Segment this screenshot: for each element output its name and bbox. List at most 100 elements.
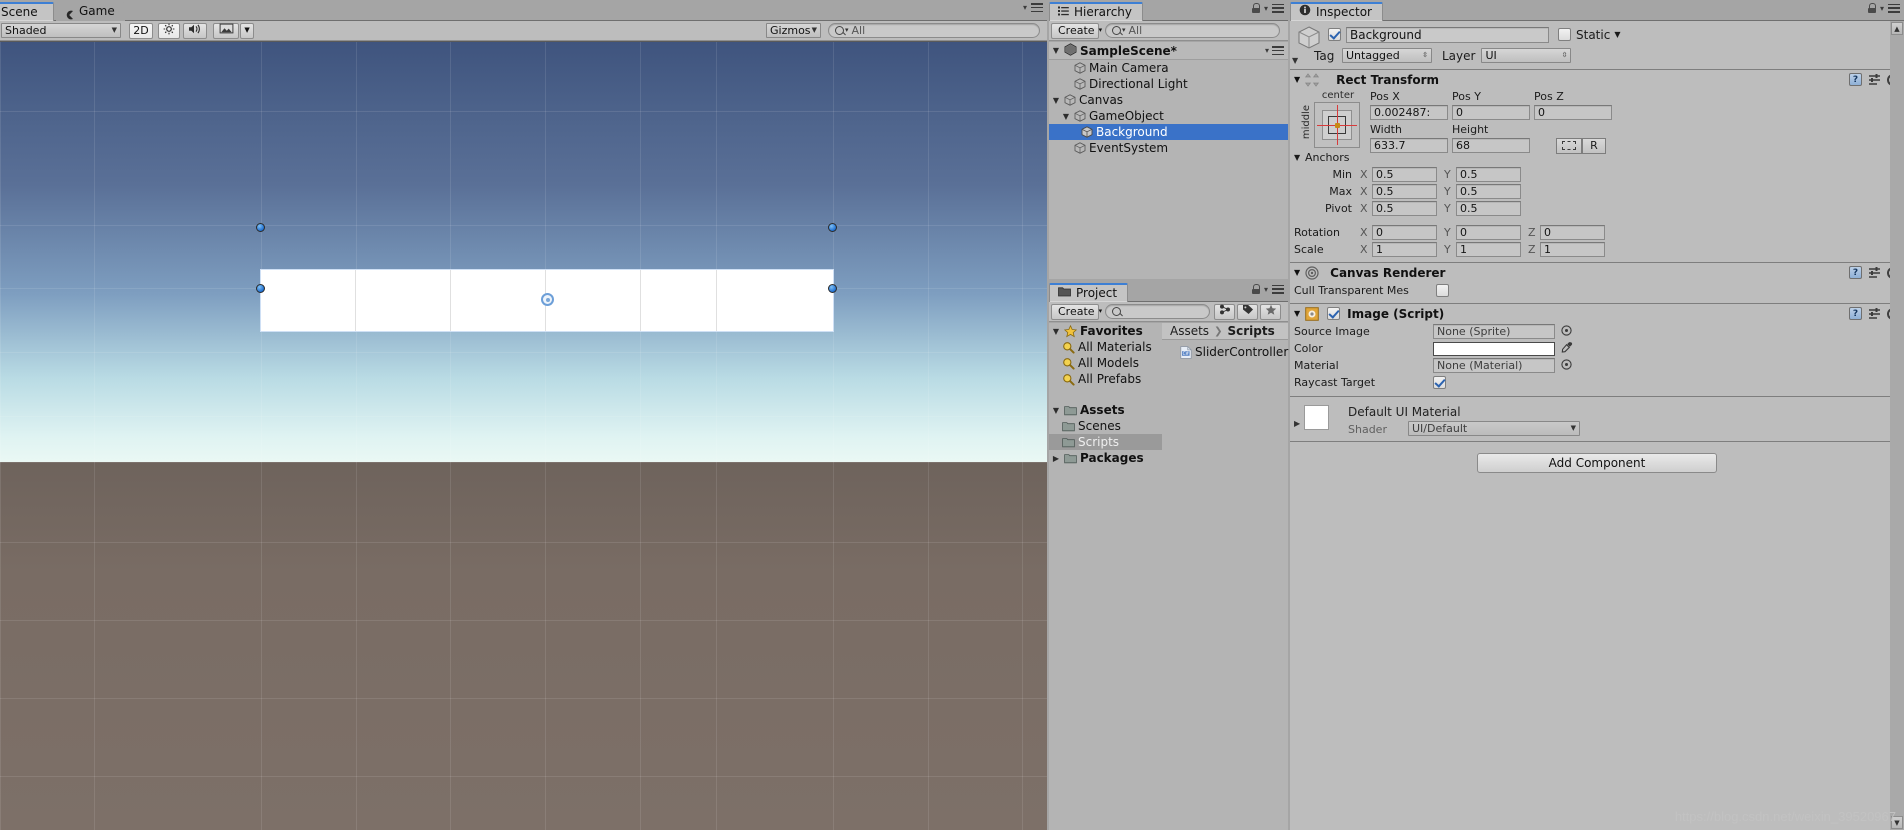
toggle-2d-button[interactable]: 2D <box>129 22 153 39</box>
project-tree-assets[interactable]: ▼ Assets <box>1049 402 1162 418</box>
scene-fx-dropdown[interactable]: ▼ <box>240 22 254 39</box>
object-picker-icon[interactable] <box>1561 358 1572 373</box>
material-field[interactable]: None (Material) <box>1433 358 1555 373</box>
image-enabled-checkbox[interactable] <box>1327 307 1341 320</box>
help-icon[interactable]: ? <box>1849 307 1862 320</box>
pos-z-input[interactable]: 0 <box>1534 105 1612 120</box>
project-tree-scripts[interactable]: Scripts <box>1049 434 1162 450</box>
chevron-down-icon[interactable]: ▼ <box>1294 75 1300 84</box>
preview-dropdown-arrow[interactable]: ▼ <box>1292 53 1298 66</box>
chevron-down-icon[interactable]: ▼ <box>1614 30 1620 39</box>
filter-by-type-button[interactable] <box>1214 303 1235 320</box>
rect-transform-header[interactable]: ▼ Rect Transform ? <box>1290 70 1904 89</box>
anchor-min-y-input[interactable]: 0.5 <box>1456 167 1521 182</box>
width-input[interactable]: 633.7 <box>1370 138 1448 153</box>
scale-y-input[interactable]: 1 <box>1456 242 1521 257</box>
preset-icon[interactable] <box>1868 266 1881 279</box>
scale-x-input[interactable]: 1 <box>1372 242 1437 257</box>
tab-hierarchy[interactable]: Hierarchy <box>1049 2 1144 21</box>
anchor-min-x-input[interactable]: 0.5 <box>1372 167 1437 182</box>
chevron-down-icon[interactable]: ▾ <box>1265 46 1269 55</box>
hierarchy-create-button[interactable]: Create ▾ <box>1051 22 1102 39</box>
tab-project[interactable]: Project <box>1049 283 1129 302</box>
help-icon[interactable]: ? <box>1849 266 1862 279</box>
static-checkbox[interactable] <box>1558 28 1571 41</box>
draw-mode-dropdown[interactable]: Shaded ▼ <box>1 23 121 38</box>
lock-icon[interactable] <box>1867 3 1877 13</box>
chevron-down-icon[interactable]: ▼ <box>1294 153 1305 162</box>
blueprint-mode-button[interactable]: R <box>1582 137 1606 154</box>
hierarchy-item-main-camera[interactable]: Main Camera <box>1049 60 1288 76</box>
anchor-max-y-input[interactable]: 0.5 <box>1456 184 1521 199</box>
anchor-max-x-input[interactable]: 0.5 <box>1372 184 1437 199</box>
rotation-y-input[interactable]: 0 <box>1456 225 1521 240</box>
hierarchy-item-canvas[interactable]: ▼ Canvas <box>1049 92 1288 108</box>
scene-lighting-toggle[interactable] <box>158 22 180 39</box>
gizmos-dropdown[interactable]: Gizmos ▼ <box>766 23 821 38</box>
chevron-down-icon[interactable]: ▾ <box>1264 285 1268 294</box>
hierarchy-item-eventsystem[interactable]: EventSystem <box>1049 140 1288 156</box>
raw-edit-mode-button[interactable] <box>1556 137 1582 154</box>
scale-z-input[interactable]: 1 <box>1540 242 1605 257</box>
rect-handle-top-left[interactable] <box>256 223 265 232</box>
add-component-button[interactable]: Add Component <box>1477 453 1717 473</box>
lock-icon[interactable] <box>1251 284 1261 294</box>
rotation-x-input[interactable]: 0 <box>1372 225 1437 240</box>
inspector-scrollbar[interactable]: ▲ ▼ <box>1890 21 1904 830</box>
project-tree-packages[interactable]: ▶ Packages <box>1049 450 1162 466</box>
chevron-down-icon[interactable]: ▾ <box>1264 4 1268 13</box>
rect-handle-bottom-right[interactable] <box>828 284 837 293</box>
project-tree-all-prefabs[interactable]: All Prefabs <box>1049 371 1162 387</box>
chevron-down-icon[interactable]: ▼ <box>1051 327 1061 336</box>
eyedropper-icon[interactable] <box>1561 341 1573 356</box>
object-name-input[interactable]: Background <box>1346 26 1549 43</box>
scene-viewport[interactable] <box>0 42 1047 830</box>
filter-by-label-button[interactable] <box>1237 303 1258 320</box>
scroll-up-button[interactable]: ▲ <box>1891 22 1903 35</box>
tab-scene[interactable]: Scene <box>0 2 54 21</box>
hierarchy-item-background[interactable]: Background <box>1049 124 1288 140</box>
chevron-down-icon[interactable]: ▼ <box>1294 309 1300 318</box>
project-tree-scenes[interactable]: Scenes <box>1049 418 1162 434</box>
chevron-down-icon[interactable]: ▼ <box>1061 112 1071 121</box>
hierarchy-scene-row[interactable]: ▼ SampleScene* ▾ <box>1049 42 1288 60</box>
breadcrumb-assets[interactable]: Assets <box>1170 324 1209 338</box>
hierarchy-search-input[interactable]: ▾ All <box>1105 23 1280 38</box>
chevron-down-icon[interactable]: ▼ <box>1051 96 1061 105</box>
height-input[interactable]: 68 <box>1452 138 1530 153</box>
help-icon[interactable]: ? <box>1849 73 1862 86</box>
chevron-down-icon[interactable]: ▼ <box>1051 406 1061 415</box>
scene-search-input[interactable]: ▾ All <box>828 23 1040 38</box>
rotation-z-input[interactable]: 0 <box>1540 225 1605 240</box>
object-picker-icon[interactable] <box>1561 324 1572 339</box>
chevron-down-icon[interactable]: ▾ <box>1880 4 1884 13</box>
chevron-right-icon[interactable]: ▶ <box>1294 419 1300 428</box>
move-tool-gizmo[interactable] <box>540 292 555 307</box>
project-tree-favorites[interactable]: ▼ Favorites <box>1049 323 1162 339</box>
rect-handle-top-right[interactable] <box>828 223 837 232</box>
preset-icon[interactable] <box>1868 307 1881 320</box>
object-enabled-checkbox[interactable] <box>1328 28 1341 41</box>
cull-transparent-mesh-checkbox[interactable] <box>1436 284 1449 297</box>
tab-game[interactable]: Game <box>56 2 125 21</box>
chevron-down-icon[interactable]: ▼ <box>1294 268 1300 277</box>
layer-dropdown[interactable]: UI ⇳ <box>1481 48 1572 63</box>
menu-icon[interactable] <box>1031 3 1043 12</box>
project-create-button[interactable]: Create ▾ <box>1051 303 1102 320</box>
project-tree-all-models[interactable]: All Models <box>1049 355 1162 371</box>
favorites-button[interactable] <box>1260 303 1281 320</box>
chevron-right-icon[interactable]: ▶ <box>1051 454 1061 463</box>
shader-dropdown[interactable]: UI/Default ▼ <box>1408 421 1580 436</box>
project-tree-all-materials[interactable]: All Materials <box>1049 339 1162 355</box>
color-swatch[interactable] <box>1433 341 1555 356</box>
chevron-down-icon[interactable]: ▾ <box>1023 3 1027 12</box>
tab-inspector[interactable]: Inspector <box>1290 2 1383 21</box>
rect-handle-bottom-left[interactable] <box>256 284 265 293</box>
chevron-down-icon[interactable]: ▼ <box>1051 46 1061 55</box>
menu-icon[interactable] <box>1888 3 1900 13</box>
source-image-field[interactable]: None (Sprite) <box>1433 324 1555 339</box>
hierarchy-item-directional-light[interactable]: Directional Light <box>1049 76 1288 92</box>
preset-icon[interactable] <box>1868 73 1881 86</box>
pivot-y-input[interactable]: 0.5 <box>1456 201 1521 216</box>
pos-x-input[interactable]: 0.002487: <box>1370 105 1448 120</box>
